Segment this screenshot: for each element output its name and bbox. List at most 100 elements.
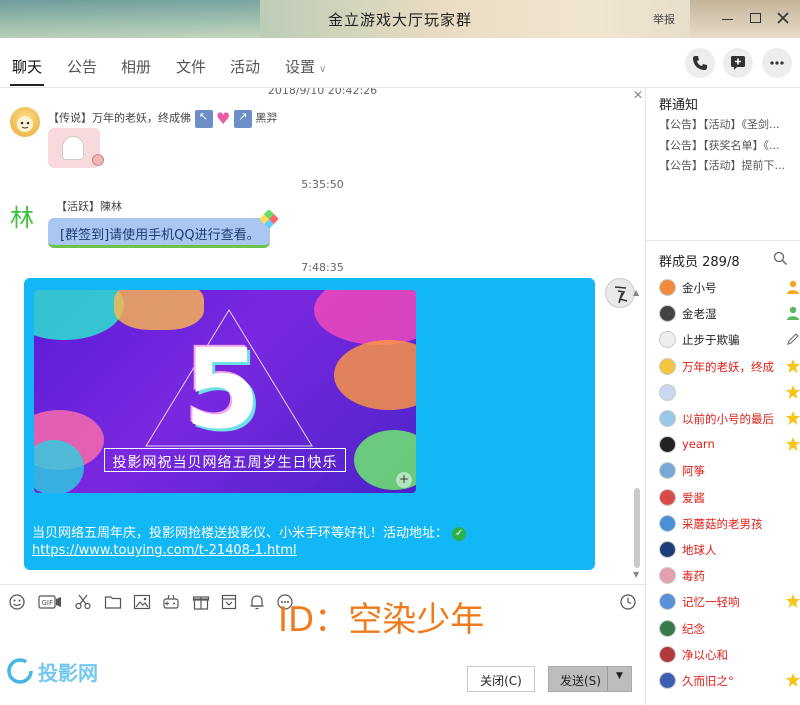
member-row[interactable]: 金老湿 — [659, 303, 799, 325]
member-row[interactable] — [659, 382, 800, 404]
promo-caption-text: 当贝网络五周年庆，投影网抢楼送投影仪、小米手环等好礼！活动地址： — [32, 526, 449, 541]
member-avatar — [659, 462, 676, 480]
report-link[interactable]: 举报 — [653, 11, 675, 27]
group-side-panel: 群通知 【公告】【活动】《圣剑... 【公告】【获奖名单】《... 【公告】【活… — [645, 88, 800, 705]
star-icon — [786, 673, 800, 687]
member-avatar — [659, 567, 676, 585]
more-icon — [770, 61, 784, 65]
arrow-up-left-icon: ↖ — [194, 109, 213, 128]
history-clock-icon[interactable] — [619, 593, 637, 611]
gif-icon[interactable]: GIF — [38, 593, 62, 611]
image-icon[interactable] — [133, 593, 151, 611]
verified-icon: ✓ — [452, 526, 467, 541]
emoji-icon[interactable] — [8, 593, 26, 611]
message-sender: 【传说】万年的老妖，终成佛 ↖ ♥ ↗ 黑羿 — [48, 109, 277, 128]
member-avatar — [659, 619, 676, 637]
close-button[interactable]: 关闭(C) — [467, 666, 535, 692]
member-name: 毒药 — [682, 569, 705, 584]
member-row[interactable]: 纪念 — [659, 618, 799, 640]
member-row[interactable]: 净以心和 — [659, 644, 799, 666]
promo-link[interactable]: https://www.touying.com/t-21408-1.html — [32, 543, 297, 558]
tab-activity[interactable]: 活动 — [230, 56, 260, 77]
chat-scrollbar[interactable] — [634, 488, 640, 568]
search-icon[interactable] — [773, 251, 788, 266]
member-name: 爱酱 — [682, 490, 705, 505]
member-avatar — [659, 410, 676, 427]
avatar-face-icon — [17, 116, 33, 132]
gift-icon[interactable] — [192, 593, 210, 611]
bell-icon[interactable] — [248, 593, 266, 611]
member-row[interactable]: 阿筝 — [659, 460, 799, 482]
add-app-button[interactable] — [723, 48, 753, 78]
member-name: yearn — [682, 437, 715, 452]
member-name: 纪念 — [682, 621, 705, 636]
notice-item[interactable]: 【公告】【获奖名单】《... — [659, 137, 794, 153]
member-avatar — [659, 305, 676, 323]
member-row[interactable]: 万年的老妖，终成佛 — [659, 356, 800, 378]
promo-number: 5 — [184, 325, 261, 453]
member-row[interactable]: 金小号 — [659, 277, 799, 299]
gamepad-icon[interactable] — [162, 593, 180, 611]
decor-blob — [334, 340, 416, 410]
more-button[interactable] — [762, 48, 792, 78]
member-count-title: 群成员 289/8 — [659, 255, 740, 270]
member-avatar — [659, 514, 676, 532]
message-timestamp: 2018/9/10 20:42:26 — [267, 88, 378, 97]
star-icon — [786, 384, 800, 399]
chat-message-area[interactable]: 2018/9/10 20:42:26 ✕ 【传说】万年的老妖，终成佛 ↖ ♥ ↗… — [0, 88, 645, 583]
owner-icon — [787, 280, 799, 294]
send-options-chevron-icon[interactable]: ▼ — [607, 667, 631, 691]
maximize-button[interactable] — [745, 8, 765, 28]
promo-image[interactable]: 5 投影网祝当贝网络五周岁生日快乐 + — [34, 290, 416, 493]
poll-icon[interactable] — [220, 593, 238, 611]
star-icon — [786, 411, 800, 425]
member-row[interactable]: 久而旧之° — [659, 670, 800, 692]
chat-plus-icon — [731, 56, 745, 70]
notice-item[interactable]: 【公告】【活动】《圣剑... — [659, 116, 794, 132]
phone-call-button[interactable] — [685, 48, 715, 78]
arrow-up-right-icon: ↗ — [233, 109, 252, 128]
member-name: 金老湿 — [682, 307, 717, 322]
window-title: 金立游戏大厅玩家群 — [327, 11, 472, 29]
tab-announcement[interactable]: 公告 — [67, 56, 97, 77]
scroll-down-icon[interactable]: ▼ — [633, 570, 639, 579]
folder-icon[interactable] — [104, 593, 122, 611]
phone-icon — [693, 56, 707, 70]
member-row[interactable]: 毒药 — [659, 565, 799, 587]
member-row[interactable]: 止步于欺骗 — [659, 329, 799, 351]
tab-files[interactable]: 文件 — [176, 56, 206, 77]
my-avatar[interactable] — [605, 278, 635, 308]
watermark-text: ID：空染少年 — [278, 600, 485, 640]
scroll-up-icon[interactable]: ▲ — [633, 288, 639, 297]
member-row[interactable]: 记忆一轻响 — [659, 591, 800, 613]
avatar-text[interactable]: 林 — [10, 198, 34, 233]
send-button[interactable]: 发送(S) ▼ — [548, 666, 632, 692]
avatar[interactable] — [10, 107, 40, 137]
member-name: 记忆一轻响 — [682, 595, 740, 610]
member-name: 止步于欺骗 — [682, 333, 740, 348]
message-bubble[interactable]: [群签到]请使用手机QQ进行查看。 — [48, 218, 270, 248]
tab-chat[interactable]: 聊天 — [9, 56, 45, 86]
minimize-button[interactable] — [717, 8, 737, 28]
member-avatar — [659, 279, 676, 296]
member-avatar — [659, 488, 676, 506]
member-name: 万年的老妖，终成佛 — [682, 359, 774, 374]
member-row[interactable]: 地球人 — [659, 539, 799, 561]
close-window-button[interactable] — [773, 8, 793, 28]
panel-divider — [646, 240, 800, 241]
member-row[interactable]: 爱酱 — [659, 487, 799, 509]
member-row[interactable]: 采蘑菇的老男孩 — [659, 513, 799, 535]
screenshot-scissors-icon[interactable] — [74, 593, 92, 611]
member-row[interactable]: 以前的小号的最后 — [659, 408, 800, 430]
promo-message-bubble[interactable]: 5 投影网祝当贝网络五周岁生日快乐 + 当贝网络五周年庆，投影网抢楼送投影仪、小… — [24, 278, 595, 570]
member-row[interactable]: yearn — [659, 434, 800, 456]
tab-settings-label: 设置 — [285, 58, 316, 76]
chat-close-icon[interactable]: ✕ — [633, 88, 643, 102]
tab-album[interactable]: 相册 — [121, 56, 151, 77]
decor-blob — [34, 290, 124, 340]
member-avatar — [659, 672, 676, 689]
tab-settings[interactable]: 设置 ∨ — [285, 56, 326, 77]
logo-icon — [7, 658, 33, 684]
notice-item[interactable]: 【公告】【活动】提前下... — [659, 157, 794, 173]
chevron-down-icon: ∨ — [319, 64, 327, 75]
